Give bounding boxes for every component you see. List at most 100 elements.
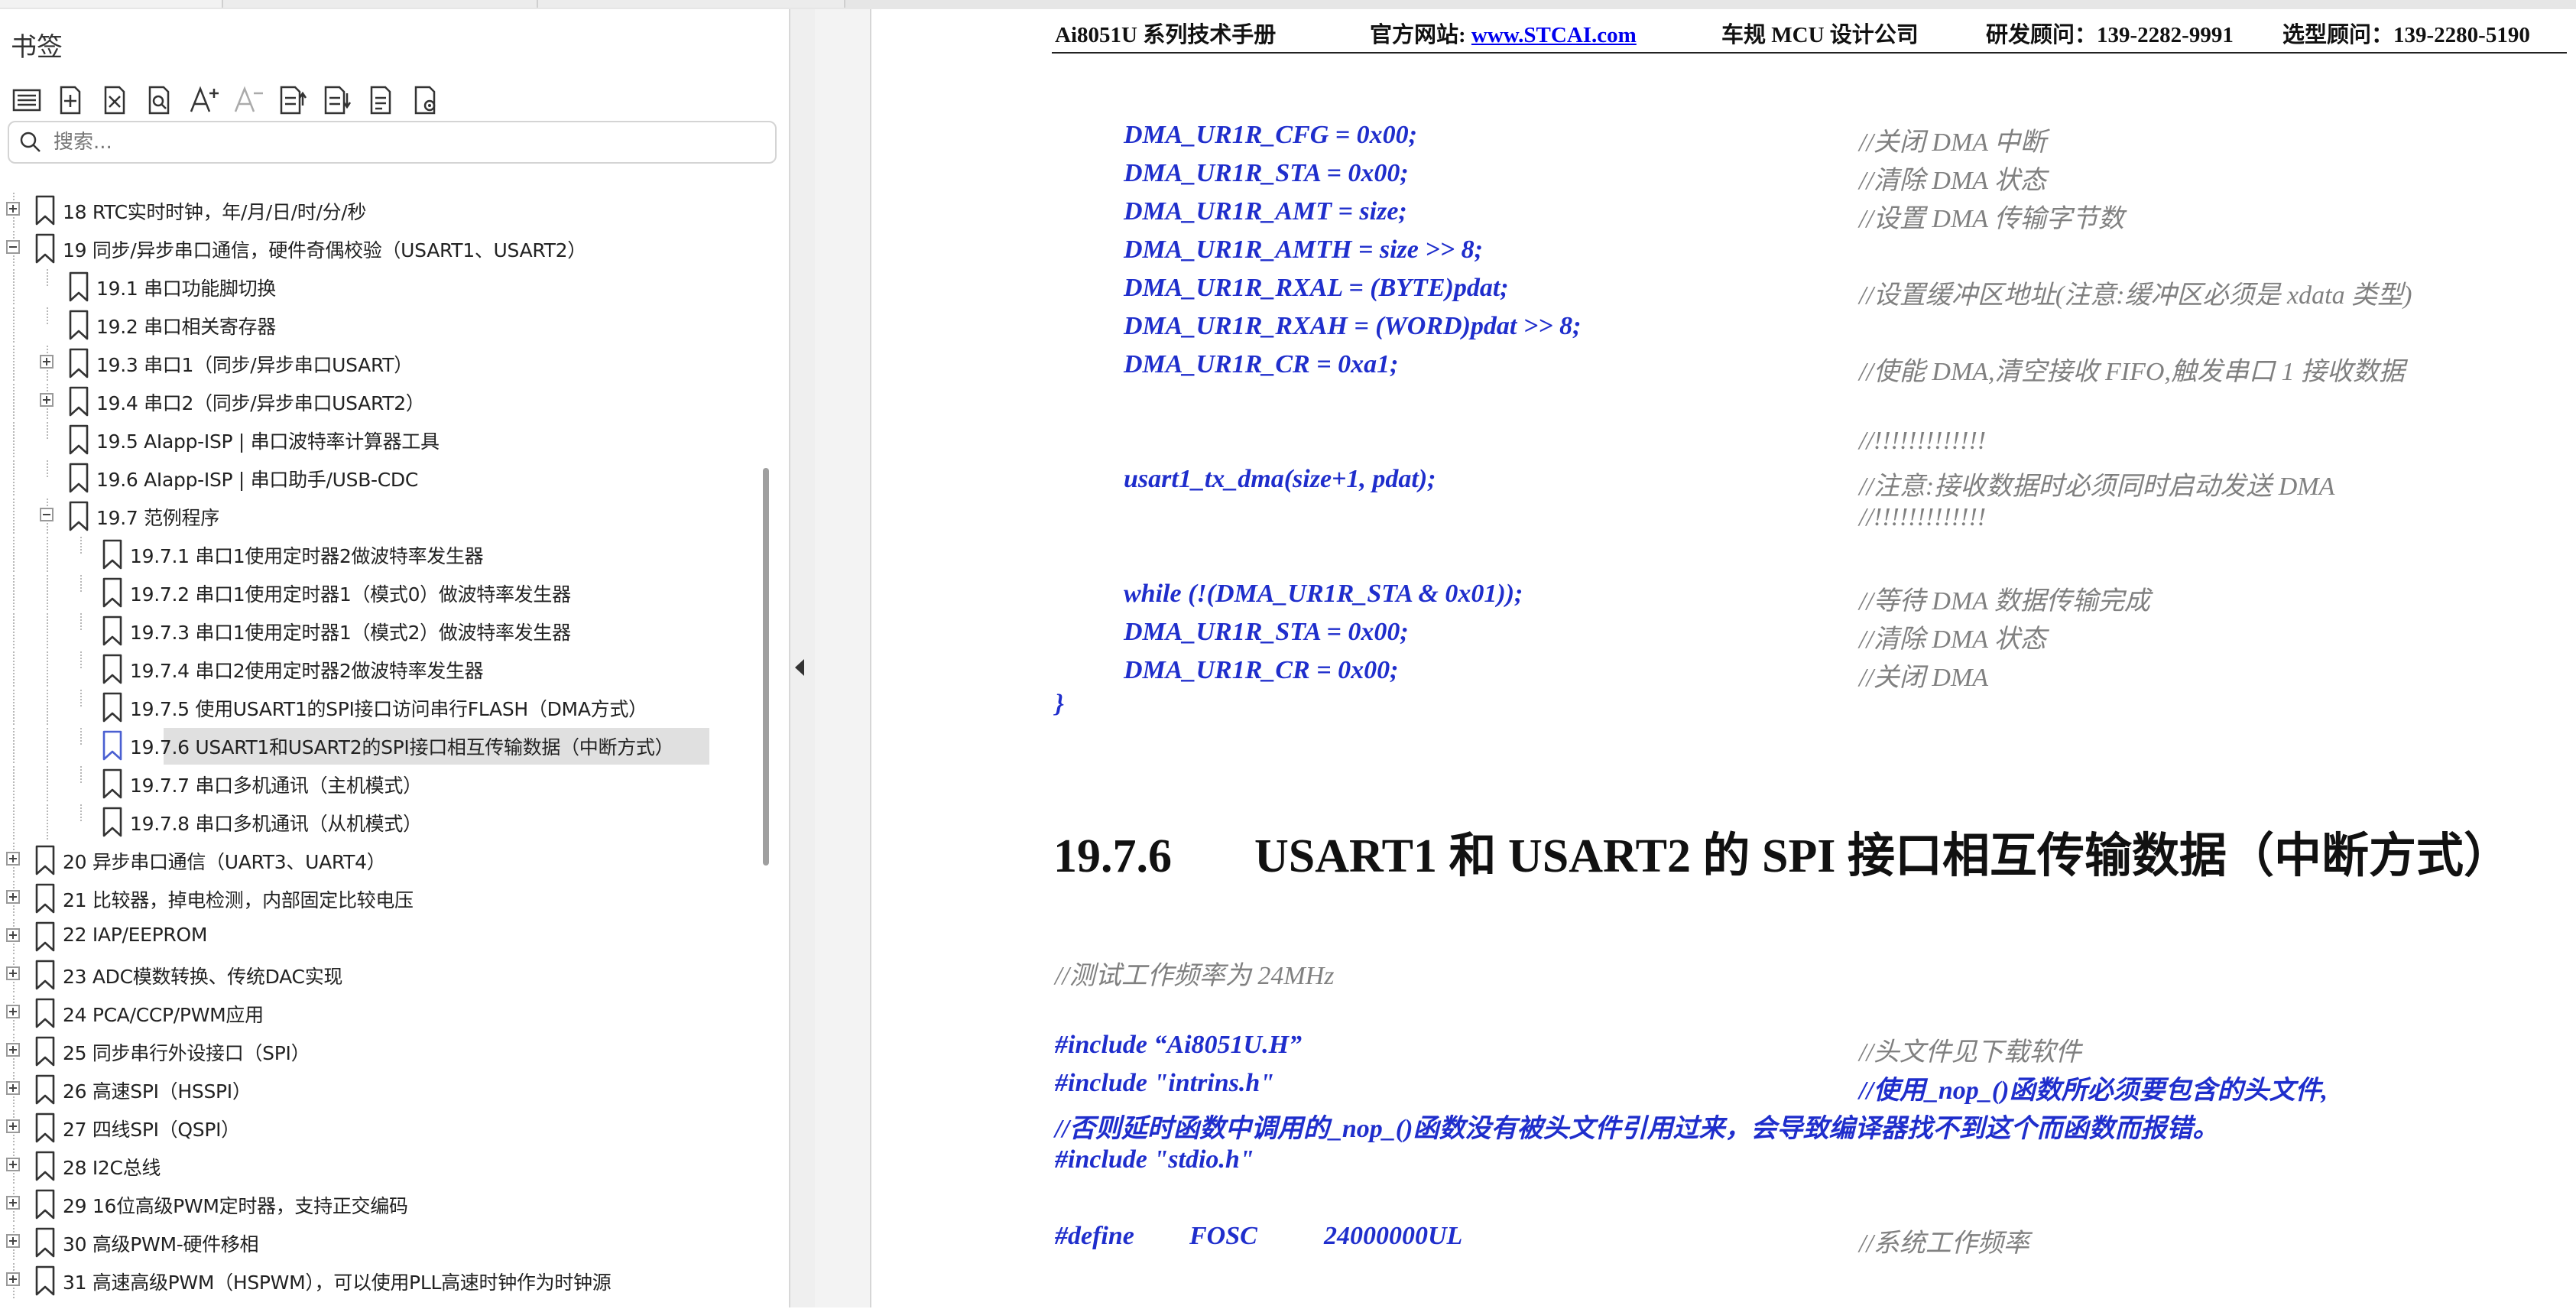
outline-icon[interactable] — [9, 83, 44, 118]
bookmark-settings-icon[interactable] — [408, 83, 443, 118]
bookmark-item[interactable]: 19.3 串口1（同步/异步串口USART） — [0, 346, 757, 381]
bookmark-item[interactable]: 29 16位高级PWM定时器，支持正交编码 — [0, 1187, 757, 1222]
header-manual-title: Ai8051U 系列技术手册 — [1055, 23, 1277, 47]
bookmark-item[interactable]: 24 PCA/CCP/PWM应用 — [0, 996, 757, 1031]
expand-icon[interactable] — [6, 928, 20, 942]
collapse-panel-icon[interactable] — [792, 656, 809, 679]
bookmark-item[interactable]: 19 同步/异步串口通信，硬件奇偶校验（USART1、USART2） — [0, 231, 757, 266]
expand-icon[interactable] — [40, 393, 54, 407]
expand-icon[interactable] — [6, 966, 20, 980]
document-tab[interactable] — [0, 0, 223, 8]
code-comment: //设置 DMA 传输字节数 — [1859, 205, 2124, 233]
bookmark-icon — [34, 997, 57, 1029]
bookmark-item[interactable]: 19.1 串口功能脚切换 — [0, 269, 757, 304]
bookmark-icon — [101, 691, 124, 723]
bookmark-item[interactable]: 19.2 串口相关寄存器 — [0, 307, 757, 343]
bookmark-item[interactable]: 30 高级PWM-硬件移相 — [0, 1225, 757, 1260]
code-line: DMA_UR1R_CFG = 0x00; — [1124, 121, 1417, 149]
bookmark-properties-icon[interactable] — [364, 83, 399, 118]
search-input[interactable] — [52, 128, 758, 156]
tree-guide-line — [47, 422, 48, 439]
code-comment: //!!!!!!!!!!!!! — [1859, 427, 1987, 455]
tree-guide-line — [80, 537, 82, 554]
bookmark-item[interactable]: 19.7.3 串口1使用定时器1（模式2）做波特率发生器 — [0, 613, 757, 648]
expand-icon[interactable] — [6, 1234, 20, 1248]
document-tab[interactable] — [538, 0, 845, 8]
tab-strip — [0, 0, 2576, 9]
bookmark-item[interactable]: 21 比较器，掉电检测，内部固定比较电压 — [0, 881, 757, 916]
expand-icon[interactable] — [6, 1119, 20, 1133]
collapse-all-icon[interactable] — [320, 83, 355, 118]
header-site-link[interactable]: www.STCAI.com — [1471, 23, 1637, 47]
bookmark-label: 24 PCA/CCP/PWM应用 — [63, 1004, 264, 1026]
define-comment: //系统工作频率 — [1859, 1229, 2029, 1258]
tree-guide-line — [80, 728, 82, 745]
bookmark-icon — [67, 424, 90, 456]
bookmark-item[interactable]: 19.7.1 串口1使用定时器2做波特率发生器 — [0, 537, 757, 572]
bookmark-item[interactable]: 19.5 AIapp-ISP | 串口波特率计算器工具 — [0, 422, 757, 457]
expand-icon[interactable] — [6, 1158, 20, 1171]
collapse-icon[interactable] — [40, 508, 54, 521]
expand-icon[interactable] — [6, 1081, 20, 1095]
bookmark-item[interactable]: 31 高速高级PWM（HSPWM），可以使用PLL高速时钟作为时钟源 — [0, 1263, 757, 1298]
delete-bookmark-icon[interactable] — [98, 83, 133, 118]
tree-guide-line — [13, 728, 15, 763]
expand-icon[interactable] — [6, 202, 20, 216]
bookmark-label: 22 IAP/EEPROM — [63, 924, 208, 946]
expand-icon[interactable] — [6, 1196, 20, 1210]
bookmark-item[interactable]: 22 IAP/EEPROM — [0, 919, 757, 954]
code-line: while (!(DMA_UR1R_STA & 0x01)); — [1124, 580, 1523, 608]
bookmark-label: 30 高级PWM-硬件移相 — [63, 1233, 259, 1255]
tree-guide-line — [13, 346, 15, 381]
bookmark-icon — [67, 347, 90, 379]
expand-icon[interactable] — [6, 1043, 20, 1057]
expand-icon[interactable] — [6, 852, 20, 866]
expand-all-icon[interactable] — [275, 83, 310, 118]
tree-guide-line — [47, 804, 48, 840]
expand-icon[interactable] — [6, 890, 20, 904]
code-comment: //清除 DMA 状态 — [1859, 625, 2046, 654]
bookmark-icon — [67, 462, 90, 494]
bookmark-icon — [101, 538, 124, 570]
bookmark-item[interactable]: 25 同步串行外设接口（SPI） — [0, 1034, 757, 1069]
bookmark-item[interactable]: 19.7.7 串口多机通讯（主机模式） — [0, 766, 757, 801]
bookmark-label: 19.7.3 串口1使用定时器1（模式2）做波特率发生器 — [130, 622, 571, 644]
search-icon — [18, 130, 43, 154]
expand-icon[interactable] — [6, 1272, 20, 1286]
bookmark-item[interactable]: 19.6 AIapp-ISP | 串口助手/USB-CDC — [0, 460, 757, 495]
code-line: DMA_UR1R_CR = 0xa1; — [1124, 350, 1399, 378]
bookmark-item[interactable]: 19.7.5 使用USART1的SPI接口访问串行FLASH（DMA方式） — [0, 690, 757, 725]
decrease-text-size-icon[interactable] — [231, 83, 266, 118]
bookmark-item[interactable]: 18 RTC实时时钟，年/月/日/时/分/秒 — [0, 193, 757, 228]
bookmark-icon — [34, 1074, 57, 1106]
collapse-icon[interactable] — [6, 240, 20, 254]
bookmark-item[interactable]: 26 高速SPI（HSSPI） — [0, 1072, 757, 1107]
closing-brace: } — [1055, 690, 1064, 718]
document-tab[interactable] — [223, 0, 538, 8]
find-bookmark-icon[interactable] — [142, 83, 177, 118]
bookmark-item[interactable]: 19.7.4 串口2使用定时器2做波特率发生器 — [0, 651, 757, 687]
bookmark-item[interactable]: 19.7.2 串口1使用定时器1（模式0）做波特率发生器 — [0, 575, 757, 610]
bookmark-item[interactable]: 19.7 范例程序 — [0, 499, 757, 534]
bookmark-item[interactable]: 19.4 串口2（同步/异步串口USART2） — [0, 384, 757, 419]
bookmark-item[interactable]: 20 异步串口通信（UART3、UART4） — [0, 843, 757, 878]
tree-guide-line — [13, 269, 15, 304]
bookmark-item[interactable]: 19.7.8 串口多机通讯（从机模式） — [0, 804, 757, 840]
tree-guide-line — [47, 537, 48, 572]
tree-guide-line — [13, 384, 15, 419]
increase-text-size-icon[interactable] — [187, 83, 222, 118]
add-bookmark-icon[interactable] — [54, 83, 89, 118]
bookmark-icon — [34, 1112, 57, 1144]
code-comment: //关闭 DMA 中断 — [1859, 128, 2046, 157]
expand-icon[interactable] — [40, 355, 54, 369]
bookmark-icon — [101, 768, 124, 800]
bookmark-item[interactable]: 28 I2C总线 — [0, 1148, 757, 1184]
sidebar-scrollbar[interactable] — [763, 468, 769, 866]
page-gutter — [815, 9, 871, 1307]
bookmark-icon — [101, 806, 124, 838]
bookmark-item[interactable]: 23 ADC模数转换、传统DAC实现 — [0, 957, 757, 992]
bookmark-item[interactable]: 19.7.6 USART1和USART2的SPI接口相互传输数据（中断方式） — [0, 728, 757, 765]
code-line: DMA_UR1R_STA = 0x00; — [1124, 618, 1409, 646]
bookmark-item[interactable]: 27 四线SPI（QSPI） — [0, 1110, 757, 1145]
expand-icon[interactable] — [6, 1005, 20, 1018]
